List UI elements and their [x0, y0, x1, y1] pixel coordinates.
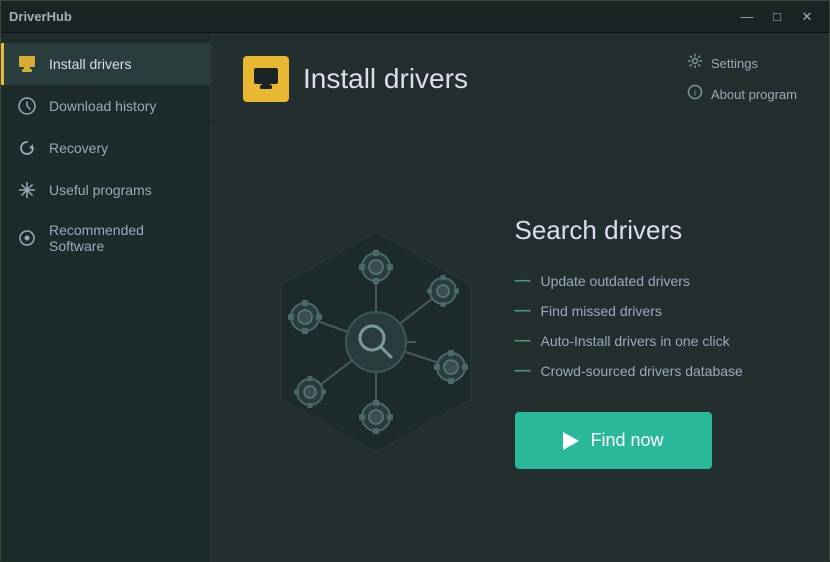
feature-dash-3: —	[515, 332, 531, 350]
settings-button[interactable]: Settings	[687, 51, 758, 76]
sidebar-recommended-label: Recommended Software	[49, 222, 194, 254]
feature-list: — Update outdated drivers — Find missed …	[515, 272, 795, 380]
maximize-button[interactable]: □	[763, 6, 791, 28]
header-title-area: Install drivers	[243, 56, 468, 102]
useful-programs-icon	[17, 180, 37, 200]
feature-label-3: Auto-Install drivers in one click	[541, 333, 730, 349]
main-layout: Install drivers Download history Recover…	[1, 33, 829, 562]
sidebar-item-download-history[interactable]: Download history	[1, 85, 210, 127]
feature-item-3: — Auto-Install drivers in one click	[515, 332, 795, 350]
about-label: About program	[711, 87, 797, 102]
close-button[interactable]: ✕	[793, 6, 821, 28]
sidebar-download-label: Download history	[49, 98, 156, 114]
page-body: Search drivers — Update outdated drivers…	[211, 122, 829, 562]
sidebar-useful-label: Useful programs	[49, 182, 152, 198]
recommended-icon	[17, 228, 37, 248]
sidebar-install-label: Install drivers	[49, 56, 131, 72]
feature-dash-1: —	[515, 272, 531, 290]
feature-dash-4: —	[515, 362, 531, 380]
hex-graphic	[246, 212, 506, 472]
sidebar-item-recovery[interactable]: Recovery	[1, 127, 210, 169]
header-actions: Settings i About program	[687, 51, 797, 107]
download-history-icon	[17, 96, 37, 116]
right-panel: Search drivers — Update outdated drivers…	[515, 215, 795, 469]
svg-text:i: i	[694, 88, 696, 98]
titlebar: DriverHub — □ ✕	[1, 1, 829, 33]
feature-label-2: Find missed drivers	[541, 303, 662, 319]
app-title: DriverHub	[9, 9, 72, 24]
find-now-button[interactable]: Find now	[515, 412, 712, 469]
header-icon-box	[243, 56, 289, 102]
install-drivers-icon	[17, 54, 37, 74]
page-title: Install drivers	[303, 63, 468, 95]
sidebar: Install drivers Download history Recover…	[1, 33, 211, 562]
sidebar-item-install-drivers[interactable]: Install drivers	[1, 43, 210, 85]
feature-item-1: — Update outdated drivers	[515, 272, 795, 290]
search-title: Search drivers	[515, 215, 795, 246]
window-controls: — □ ✕	[733, 6, 821, 28]
feature-label-4: Crowd-sourced drivers database	[541, 363, 743, 379]
recovery-icon	[17, 138, 37, 158]
about-button[interactable]: i About program	[687, 82, 797, 107]
info-icon: i	[687, 84, 703, 105]
sidebar-item-useful-programs[interactable]: Useful programs	[1, 169, 210, 211]
minimize-button[interactable]: —	[733, 6, 761, 28]
feature-item-4: — Crowd-sourced drivers database	[515, 362, 795, 380]
feature-item-2: — Find missed drivers	[515, 302, 795, 320]
feature-dash-2: —	[515, 302, 531, 320]
feature-label-1: Update outdated drivers	[541, 273, 690, 289]
sidebar-item-recommended-software[interactable]: Recommended Software	[1, 211, 210, 265]
settings-label: Settings	[711, 56, 758, 71]
content-area: Install drivers Settings	[211, 33, 829, 562]
play-icon	[563, 432, 579, 450]
page-header: Install drivers Settings	[211, 33, 829, 122]
settings-icon	[687, 53, 703, 74]
sidebar-recovery-label: Recovery	[49, 140, 108, 156]
find-btn-label: Find now	[591, 430, 664, 451]
